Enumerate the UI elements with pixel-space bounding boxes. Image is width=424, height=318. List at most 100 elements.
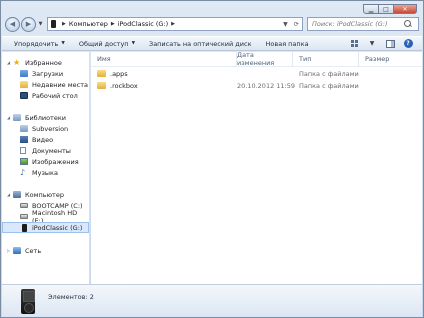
libraries-icon	[13, 114, 21, 121]
items-count: Элементов: 2	[48, 293, 94, 301]
nav-item-label: Загрузки	[32, 69, 64, 78]
hard-drive-icon	[20, 203, 28, 208]
nav-item-subversion[interactable]: Subversion	[2, 123, 89, 134]
video-library-icon	[20, 136, 28, 143]
computer-icon	[13, 191, 21, 198]
nav-group-label: Компьютер	[25, 190, 64, 199]
star-icon: ★	[13, 58, 21, 67]
column-header-size[interactable]: Размер	[359, 52, 423, 66]
desktop-icon	[20, 92, 28, 99]
new-folder-button[interactable]: Новая папка	[266, 40, 309, 48]
column-header-name[interactable]: Имя	[91, 52, 237, 66]
nav-item-recent-places[interactable]: Недавние места	[2, 79, 89, 90]
nav-item-downloads[interactable]: Загрузки	[2, 68, 89, 79]
details-pane: Элементов: 2	[2, 284, 422, 317]
nav-group-computer[interactable]: ◢ Компьютер	[2, 189, 90, 200]
documents-library-icon	[20, 147, 26, 154]
recent-pages-dropdown[interactable]: ▼	[37, 21, 44, 27]
maximize-button[interactable]: □	[378, 4, 394, 14]
file-row[interactable]: .apps Папка с файлами	[91, 68, 422, 79]
breadcrumb-separator-icon[interactable]: ▶	[62, 21, 66, 27]
organize-button[interactable]: Упорядочить ▼	[14, 40, 65, 48]
navigation-pane: ◢ ★ Избранное Загрузки Недавние места Ра…	[2, 52, 90, 284]
file-name-cell: .rockbox	[97, 80, 138, 91]
toolbar-right: ▼ ?	[342, 39, 414, 49]
preview-pane-button[interactable]	[384, 39, 396, 49]
hard-drive-icon	[20, 214, 28, 219]
search-box[interactable]	[307, 17, 419, 31]
file-list: Имя Дата изменения Тип Размер .apps Папк…	[91, 51, 423, 284]
file-type: Папка с файлами	[299, 69, 359, 78]
minimize-button[interactable]: ▁	[363, 4, 379, 14]
nav-item-label: Изображения	[32, 157, 79, 166]
nav-item-ipodclassic[interactable]: iPodClassic (G:)	[2, 222, 89, 233]
arrow-right-icon: ▶	[25, 20, 32, 28]
view-options-dropdown[interactable]: ▼	[366, 39, 378, 49]
nav-item-desktop[interactable]: Рабочий стол	[2, 90, 89, 101]
nav-item-documents[interactable]: Документы	[2, 145, 89, 156]
explorer-window: ▁ □ ✕ ◀ ▶ ▼ ▶ Компьютер ▶ iPodClassic (G…	[0, 0, 424, 318]
library-icon	[20, 125, 28, 132]
nav-item-label: Недавние места	[32, 80, 88, 89]
help-button[interactable]: ?	[402, 39, 414, 49]
pictures-library-icon	[20, 158, 28, 165]
burn-button[interactable]: Записать на оптический диск	[149, 40, 251, 48]
nav-item-label: Музыка	[32, 168, 58, 177]
nav-item-label: Видео	[32, 135, 54, 144]
command-bar: Упорядочить ▼ Общий доступ ▼ Записать на о…	[2, 36, 422, 51]
file-name: .rockbox	[110, 81, 138, 90]
window-caption-buttons: ▁ □ ✕	[363, 4, 417, 14]
nav-group-label: Библиотеки	[25, 113, 66, 122]
file-date: 20.10.2012 11:59	[237, 81, 296, 90]
chevron-down-icon: ▼	[38, 21, 43, 27]
chevron-down-icon: ▼	[369, 40, 375, 47]
address-bar[interactable]: ▶ Компьютер ▶ iPodClassic (G:) ▶ ▼ ⟳	[47, 17, 303, 31]
nav-group-label: Избранное	[25, 58, 62, 67]
nav-item-macintosh-hd[interactable]: Macintosh HD (E:)	[2, 209, 89, 225]
search-input[interactable]	[312, 20, 404, 28]
breadcrumb-separator-icon[interactable]: ▶	[111, 21, 115, 27]
nav-group-favorites[interactable]: ◢ ★ Избранное	[2, 57, 90, 68]
nav-item-music[interactable]: ♪ Музыка	[2, 167, 89, 178]
recent-places-icon	[20, 81, 28, 88]
breadcrumb-computer[interactable]: Компьютер	[69, 20, 108, 28]
nav-group-label: Сеть	[25, 246, 42, 255]
address-controls: ▼ ⟳	[280, 18, 302, 30]
chevron-down-icon: ▼	[131, 41, 136, 46]
share-button[interactable]: Общий доступ ▼	[79, 40, 135, 48]
forward-button[interactable]: ▶	[21, 16, 36, 32]
ipod-device-icon	[21, 289, 35, 314]
nav-item-pictures[interactable]: Изображения	[2, 156, 89, 167]
address-history-dropdown-icon[interactable]: ▼	[283, 21, 288, 28]
breadcrumb-drive[interactable]: iPodClassic (G:)	[118, 20, 168, 28]
ipod-icon	[22, 223, 27, 232]
chevron-down-icon: ▼	[61, 41, 65, 46]
view-grid-icon	[350, 40, 358, 47]
header-divider	[91, 66, 422, 67]
file-row[interactable]: .rockbox 20.10.2012 11:59 Папка с файлам…	[91, 80, 422, 91]
downloads-folder-icon	[20, 70, 28, 77]
column-header-type[interactable]: Тип	[293, 52, 359, 66]
close-button[interactable]: ✕	[393, 4, 417, 14]
folder-icon	[97, 70, 106, 77]
nav-item-label: Subversion	[32, 124, 69, 133]
nav-item-label: Рабочий стол	[32, 91, 78, 100]
nav-group-network[interactable]: ▷ Сеть	[2, 245, 90, 256]
column-header-date[interactable]: Дата изменения	[231, 51, 293, 67]
nav-item-label: Документы	[32, 146, 71, 155]
nav-item-videos[interactable]: Видео	[2, 134, 89, 145]
nav-group-libraries[interactable]: ◢ Библиотеки	[2, 112, 90, 123]
file-type: Папка с файлами	[299, 81, 359, 90]
change-view-button[interactable]	[348, 39, 360, 49]
back-button[interactable]: ◀	[5, 16, 20, 32]
file-name-cell: .apps	[97, 68, 128, 79]
preview-pane-icon	[385, 39, 395, 48]
organize-label: Упорядочить	[14, 39, 59, 48]
ipod-device-icon	[51, 20, 56, 28]
navigation-row: ◀ ▶ ▼ ▶ Компьютер ▶ iPodClassic (G:) ▶ ▼…	[5, 15, 419, 33]
breadcrumb-separator-icon[interactable]: ▶	[171, 21, 175, 27]
network-icon	[13, 247, 21, 254]
music-note-icon: ♪	[20, 168, 26, 177]
search-icon[interactable]	[404, 20, 412, 28]
refresh-icon[interactable]: ⟳	[294, 21, 299, 28]
